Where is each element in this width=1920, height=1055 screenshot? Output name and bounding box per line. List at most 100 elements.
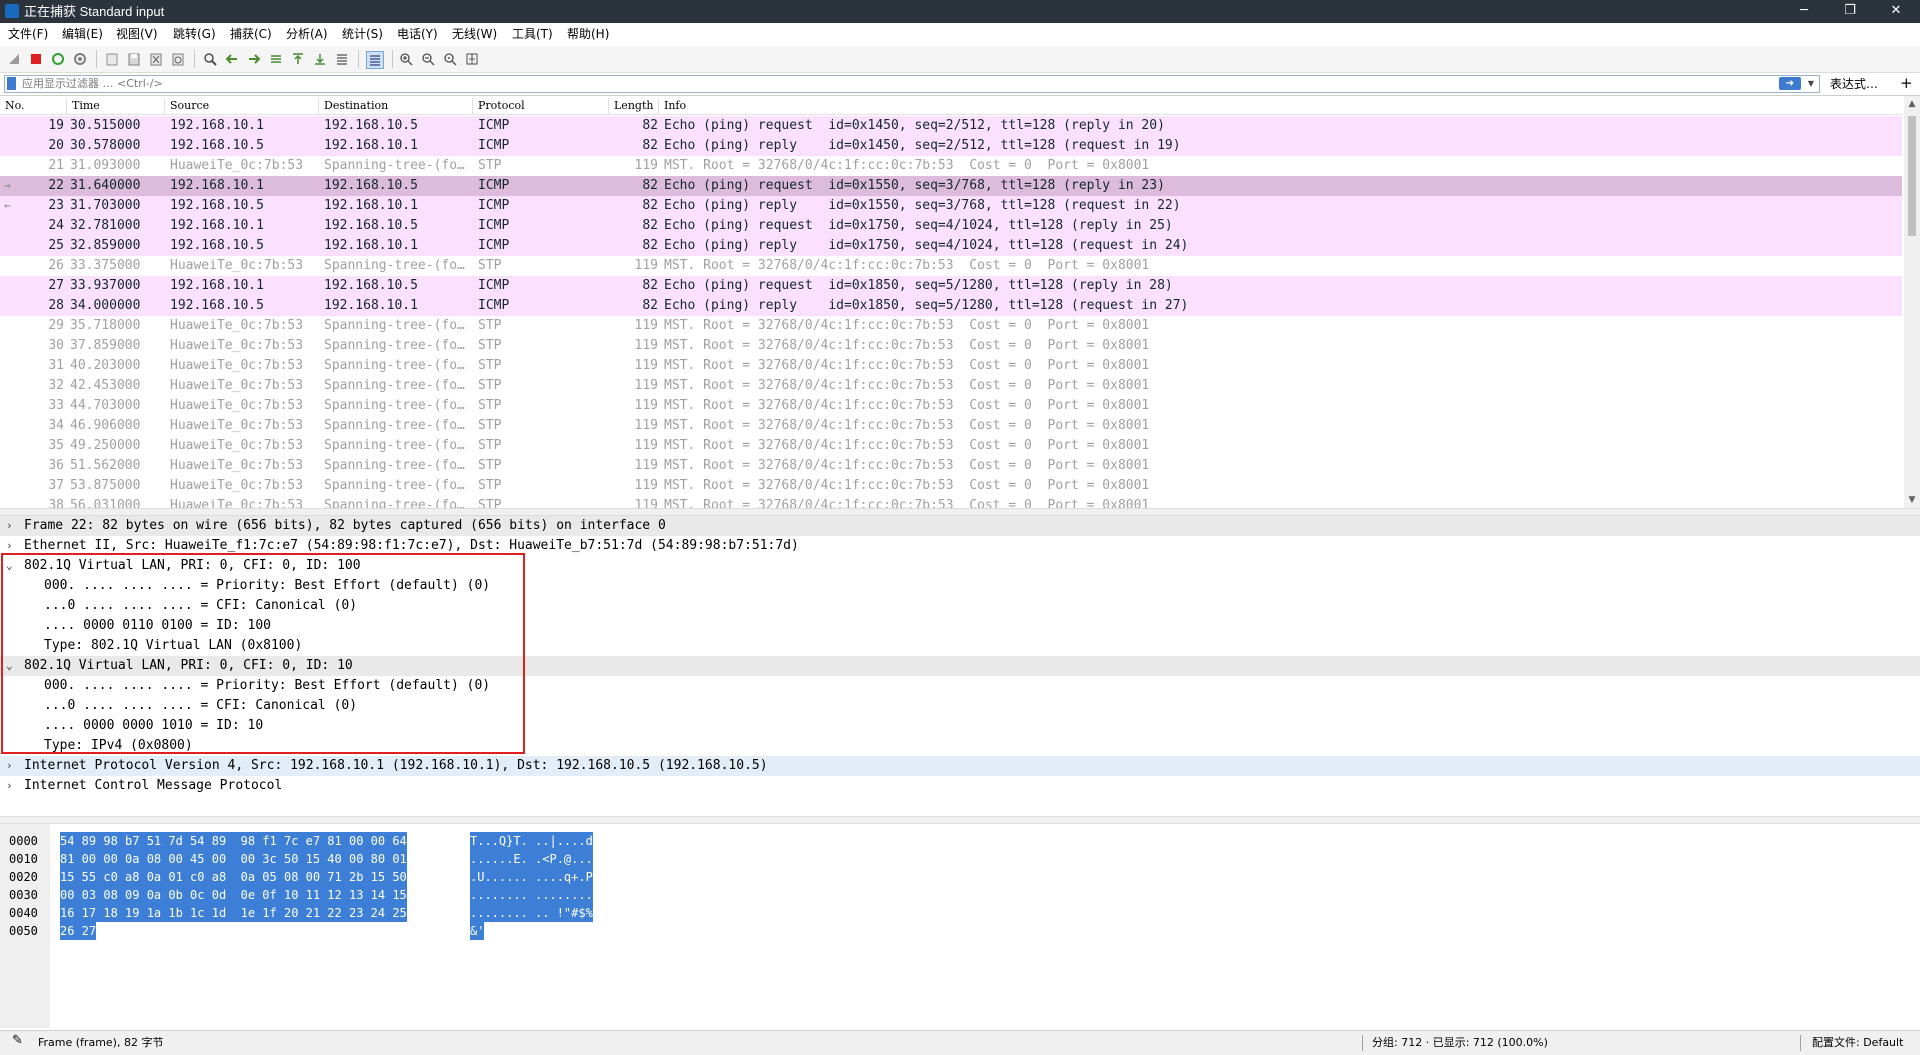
table-row[interactable]: 27 33.937000 192.168.10.1 192.168.10.5 ICMP E… bbox=[0, 276, 1902, 296]
table-row[interactable]: 32 42.453000 HuaweiTe_0c:7b:53 Spanning-tre… bbox=[0, 376, 1902, 396]
detail-field[interactable]: .... 0000 0110 0100 = ID: 100 bbox=[0, 616, 1920, 636]
detail-protocol-node[interactable]: › Frame 22: 82 bytes on wire (656 bits), … bbox=[0, 516, 1920, 536]
table-row[interactable]: 29 35.718000 HuaweiTe_0c:7b:53 Spanning-tre… bbox=[0, 316, 1902, 336]
pane-splitter[interactable] bbox=[0, 816, 1920, 824]
table-row[interactable]: 33 44.703000 HuaweiTe_0c:7b:53 Spanning-tre… bbox=[0, 396, 1902, 416]
hex-bytes[interactable]: 15 55 c0 a8 0a 01 c0 a8 0a 05 08 00 71 2… bbox=[60, 868, 407, 886]
zoom-out-icon[interactable] bbox=[420, 51, 436, 67]
chevron-down-icon[interactable]: ▼ bbox=[1805, 77, 1817, 90]
open-file-icon[interactable] bbox=[104, 51, 120, 67]
menu-wireless[interactable]: 无线(W) bbox=[450, 26, 499, 42]
table-row[interactable]: 26 33.375000 HuaweiTe_0c:7b:53 Spanning-tre… bbox=[0, 256, 1902, 276]
collapsed-chevron-icon[interactable]: › bbox=[6, 516, 18, 536]
table-row[interactable]: 31 40.203000 HuaweiTe_0c:7b:53 Spanning-tre… bbox=[0, 356, 1902, 376]
autoscroll-icon[interactable] bbox=[334, 51, 350, 67]
expanded-chevron-icon[interactable]: ⌄ bbox=[6, 656, 18, 676]
pane-splitter[interactable] bbox=[0, 508, 1920, 516]
column-header-time[interactable]: Time bbox=[72, 100, 100, 112]
collapsed-chevron-icon[interactable]: › bbox=[6, 776, 18, 796]
zoom-in-icon[interactable] bbox=[398, 51, 414, 67]
restart-capture-icon[interactable] bbox=[50, 51, 66, 67]
detail-protocol-node[interactable]: › Ethernet II, Src: HuaweiTe_f1:7c:e7 (54… bbox=[0, 536, 1920, 556]
table-row[interactable]: 21 31.093000 HuaweiTe_0c:7b:53 Spanning-tre… bbox=[0, 156, 1902, 176]
close-file-icon[interactable] bbox=[148, 51, 164, 67]
colorize-icon[interactable] bbox=[366, 51, 384, 69]
detail-field[interactable]: Type: 802.1Q Virtual LAN (0x8100) bbox=[0, 636, 1920, 656]
table-row[interactable]: ← 23 31.703000 192.168.10.5 192.168.10.1 ICMP… bbox=[0, 196, 1902, 216]
add-filter-button[interactable]: + bbox=[1900, 74, 1913, 92]
table-row[interactable]: 19 30.515000 192.168.10.1 192.168.10.5 ICMP E… bbox=[0, 116, 1902, 136]
find-packet-icon[interactable] bbox=[202, 51, 218, 67]
column-header-no[interactable]: No. bbox=[5, 100, 25, 112]
go-back-icon[interactable] bbox=[224, 51, 240, 67]
packet-list-scrollbar[interactable]: ▲ ▼ bbox=[1904, 96, 1920, 508]
detail-protocol-node[interactable]: ⌄ 802.1Q Virtual LAN, PRI: 0, CFI: 0, ID:… bbox=[0, 556, 1920, 576]
menu-go[interactable]: 跳转(G) bbox=[171, 26, 218, 42]
table-row[interactable]: 25 32.859000 192.168.10.5 192.168.10.1 ICMP E… bbox=[0, 236, 1902, 256]
column-header-destination[interactable]: Destination bbox=[324, 100, 388, 112]
go-to-packet-icon[interactable] bbox=[268, 51, 284, 67]
scroll-up-icon[interactable]: ▲ bbox=[1904, 96, 1920, 112]
expression-button[interactable]: 表达式… bbox=[1830, 76, 1878, 92]
ascii-bytes[interactable]: T...Q}T. ..|....d bbox=[470, 832, 593, 850]
reload-file-icon[interactable] bbox=[170, 51, 186, 67]
table-row[interactable]: 38 56.031000 HuaweiTe_0c:7b:53 Spanning-tre… bbox=[0, 496, 1902, 508]
go-last-packet-icon[interactable] bbox=[312, 51, 328, 67]
save-file-icon[interactable] bbox=[126, 51, 142, 67]
hex-bytes[interactable]: 00 03 08 09 0a 0b 0c 0d 0e 0f 10 11 12 1… bbox=[60, 886, 407, 904]
hex-bytes[interactable]: 81 00 00 0a 08 00 45 00 00 3c 50 15 40 0… bbox=[60, 850, 407, 868]
detail-protocol-node[interactable]: › Internet Control Message Protocol bbox=[0, 776, 1920, 796]
minimize-button[interactable]: ─ bbox=[1781, 0, 1827, 23]
table-row[interactable]: 20 30.578000 192.168.10.5 192.168.10.1 ICMP E… bbox=[0, 136, 1902, 156]
detail-protocol-node[interactable]: ⌄ 802.1Q Virtual LAN, PRI: 0, CFI: 0, ID:… bbox=[0, 656, 1920, 676]
scrollbar-thumb[interactable] bbox=[1908, 116, 1916, 236]
table-row[interactable]: → 22 31.640000 192.168.10.1 192.168.10.5 ICMP… bbox=[0, 176, 1902, 196]
column-header-length[interactable]: Length bbox=[614, 100, 653, 112]
go-forward-icon[interactable] bbox=[246, 51, 262, 67]
table-row[interactable]: 36 51.562000 HuaweiTe_0c:7b:53 Spanning-tre… bbox=[0, 456, 1902, 476]
detail-field[interactable]: 000. .... .... .... = Priority: Best Eff… bbox=[0, 576, 1920, 596]
expanded-chevron-icon[interactable]: ⌄ bbox=[6, 556, 18, 576]
menu-analyze[interactable]: 分析(A) bbox=[284, 26, 330, 42]
table-row[interactable]: 28 34.000000 192.168.10.5 192.168.10.1 ICMP E… bbox=[0, 296, 1902, 316]
bookmark-icon[interactable] bbox=[7, 77, 16, 90]
maximize-button[interactable]: ❐ bbox=[1827, 0, 1873, 23]
detail-protocol-node[interactable]: › Internet Protocol Version 4, Src: 192.1… bbox=[0, 756, 1920, 776]
detail-field[interactable]: ...0 .... .... .... = CFI: Canonical (0) bbox=[0, 596, 1920, 616]
apply-filter-icon[interactable]: ➔ bbox=[1779, 77, 1801, 90]
start-capture-icon[interactable] bbox=[6, 51, 22, 67]
table-row[interactable]: 37 53.875000 HuaweiTe_0c:7b:53 Spanning-tre… bbox=[0, 476, 1902, 496]
menu-telephony[interactable]: 电话(Y) bbox=[395, 26, 440, 42]
detail-field[interactable]: Type: IPv4 (0x0800) bbox=[0, 736, 1920, 756]
column-header-source[interactable]: Source bbox=[170, 100, 209, 112]
table-row[interactable]: 30 37.859000 HuaweiTe_0c:7b:53 Spanning-tre… bbox=[0, 336, 1902, 356]
menu-edit[interactable]: 编辑(E) bbox=[60, 26, 105, 42]
menu-capture[interactable]: 捕获(C) bbox=[228, 26, 274, 42]
hex-bytes[interactable]: 26 27 bbox=[60, 922, 97, 940]
column-header-info[interactable]: Info bbox=[664, 100, 686, 112]
go-first-packet-icon[interactable] bbox=[290, 51, 306, 67]
status-profile[interactable]: 配置文件: Default bbox=[1812, 1036, 1903, 1050]
scroll-down-icon[interactable]: ▼ bbox=[1904, 492, 1920, 508]
ascii-bytes[interactable]: &' bbox=[470, 922, 485, 940]
capture-options-icon[interactable] bbox=[72, 51, 88, 67]
menu-tools[interactable]: 工具(T) bbox=[510, 26, 555, 42]
expert-info-icon[interactable]: ✎ bbox=[12, 1034, 23, 1048]
collapsed-chevron-icon[interactable]: › bbox=[6, 536, 18, 556]
table-row[interactable]: 35 49.250000 HuaweiTe_0c:7b:53 Spanning-tre… bbox=[0, 436, 1902, 456]
menu-file[interactable]: 文件(F) bbox=[6, 26, 50, 42]
table-row[interactable]: 24 32.781000 192.168.10.1 192.168.10.5 ICMP E… bbox=[0, 216, 1902, 236]
menu-statistics[interactable]: 统计(S) bbox=[340, 26, 385, 42]
stop-capture-icon[interactable] bbox=[28, 51, 44, 67]
detail-field[interactable]: 000. .... .... .... = Priority: Best Eff… bbox=[0, 676, 1920, 696]
column-header-protocol[interactable]: Protocol bbox=[478, 100, 525, 112]
menu-help[interactable]: 帮助(H) bbox=[565, 26, 611, 42]
menu-view[interactable]: 视图(V) bbox=[114, 26, 160, 42]
detail-field[interactable]: ...0 .... .... .... = CFI: Canonical (0) bbox=[0, 696, 1920, 716]
zoom-normal-icon[interactable] bbox=[442, 51, 458, 67]
hex-bytes[interactable]: 16 17 18 19 1a 1b 1c 1d 1e 1f 20 21 22 2… bbox=[60, 904, 407, 922]
table-row[interactable]: 34 46.906000 HuaweiTe_0c:7b:53 Spanning-tre… bbox=[0, 416, 1902, 436]
detail-field[interactable]: .... 0000 0000 1010 = ID: 10 bbox=[0, 716, 1920, 736]
hex-bytes[interactable]: 54 89 98 b7 51 7d 54 89 98 f1 7c e7 81 0… bbox=[60, 832, 407, 850]
display-filter-input[interactable]: 应用显示过滤器 … <Ctrl-/> ➔ ▼ bbox=[4, 75, 1820, 93]
